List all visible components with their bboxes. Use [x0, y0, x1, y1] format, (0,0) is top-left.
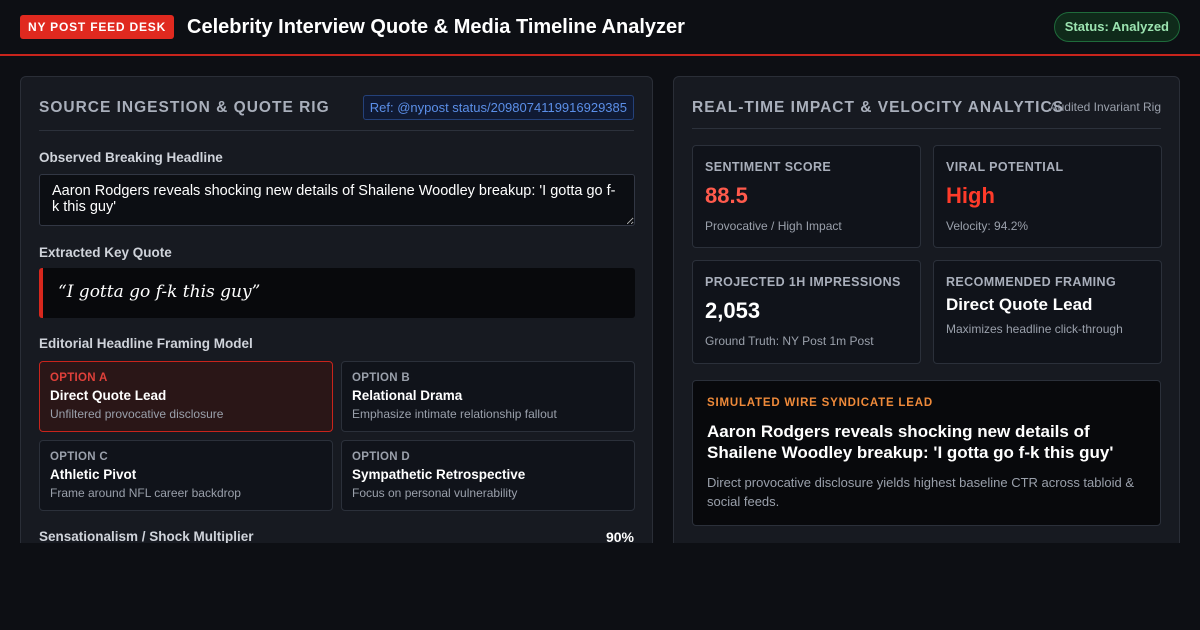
framing-option-a[interactable]: OPTION A Direct Quote Lead Unfiltered pr… — [39, 361, 333, 432]
panel-header: REAL-TIME IMPACT & VELOCITY ANALYTICS Au… — [692, 95, 1161, 129]
option-description: Unfiltered provocative disclosure — [50, 407, 224, 421]
panel-header: SOURCE INGESTION & QUOTE RIG Ref: @nypos… — [39, 95, 634, 131]
lead-tag: SIMULATED WIRE SYNDICATE LEAD — [707, 397, 933, 409]
card-value: High — [946, 183, 995, 208]
option-tag: OPTION C — [50, 451, 108, 463]
card-subtext: Velocity: 94.2% — [946, 219, 1029, 233]
source-ingestion-panel: SOURCE INGESTION & QUOTE RIG Ref: @nypos… — [20, 76, 653, 556]
app-title: Celebrity Interview Quote & Media Timeli… — [187, 16, 685, 38]
card-value: 2,053 — [705, 298, 761, 323]
card-value: 88.5 — [705, 183, 748, 208]
card-subtext: Provocative / High Impact — [705, 219, 842, 233]
option-tag: OPTION D — [352, 451, 410, 463]
lead-headline: Aaron Rodgers reveals shocking new detai… — [707, 422, 1114, 462]
audit-note: Audited Invariant Rig — [1049, 100, 1161, 114]
framing-option-d[interactable]: OPTION D Sympathetic Retrospective Focus… — [341, 440, 635, 511]
card-subtext: Maximizes headline click-through — [946, 322, 1123, 336]
option-description: Emphasize intimate relationship fallout — [352, 407, 557, 421]
option-name: Relational Drama — [352, 388, 463, 403]
wire-syndicate-lead: SIMULATED WIRE SYNDICATE LEAD Aaron Rodg… — [692, 380, 1161, 526]
framing-model-label: Editorial Headline Framing Model — [39, 336, 253, 351]
viewport-bottom-overlay — [0, 543, 1200, 630]
source-ref-link[interactable]: Ref: @nypost status/2098074119916929385 — [362, 95, 634, 120]
card-subtext: Ground Truth: NY Post 1m Post — [705, 334, 874, 348]
quote-label: Extracted Key Quote — [39, 245, 172, 260]
viral-potential-card: VIRAL POTENTIAL High Velocity: 94.2% — [933, 145, 1162, 248]
option-name: Sympathetic Retrospective — [352, 467, 526, 482]
projected-impressions-card: PROJECTED 1H IMPRESSIONS 2,053 Ground Tr… — [692, 260, 921, 364]
option-description: Frame around NFL career backdrop — [50, 486, 241, 500]
extracted-quote: “I gotta go f-k this guy” — [58, 282, 261, 302]
card-value: Direct Quote Lead — [946, 295, 1093, 314]
option-name: Athletic Pivot — [50, 467, 137, 482]
option-description: Focus on personal vulnerability — [352, 486, 518, 500]
panel-title: SOURCE INGESTION & QUOTE RIG — [39, 99, 330, 116]
shock-multiplier-label: Sensationalism / Shock Multiplier — [39, 529, 254, 544]
framing-option-b[interactable]: OPTION B Relational Drama Emphasize inti… — [341, 361, 635, 432]
extracted-quote-box: “I gotta go f-k this guy” — [39, 268, 635, 318]
framing-option-c[interactable]: OPTION C Athletic Pivot Frame around NFL… — [39, 440, 333, 511]
sentiment-score-card: SENTIMENT SCORE 88.5 Provocative / High … — [692, 145, 921, 248]
top-bar: NY POST FEED DESK Celebrity Interview Qu… — [0, 0, 1200, 56]
status-badge: Status: Analyzed — [1053, 12, 1180, 42]
option-tag: OPTION B — [352, 372, 410, 384]
lead-description: Direct provocative disclosure yields hig… — [707, 475, 1135, 509]
card-label: SENTIMENT SCORE — [705, 160, 832, 174]
impact-analytics-panel: REAL-TIME IMPACT & VELOCITY ANALYTICS Au… — [673, 76, 1180, 556]
headline-input[interactable]: Aaron Rodgers reveals shocking new detai… — [39, 174, 635, 226]
option-name: Direct Quote Lead — [50, 388, 167, 403]
card-label: PROJECTED 1H IMPRESSIONS — [705, 275, 901, 289]
headline-label: Observed Breaking Headline — [39, 150, 223, 165]
card-label: RECOMMENDED FRAMING — [946, 275, 1117, 289]
recommended-framing-card: RECOMMENDED FRAMING Direct Quote Lead Ma… — [933, 260, 1162, 364]
brand-badge: NY POST FEED DESK — [20, 15, 175, 39]
card-label: VIRAL POTENTIAL — [946, 160, 1064, 174]
option-tag: OPTION A — [50, 372, 108, 384]
panel-title: REAL-TIME IMPACT & VELOCITY ANALYTICS — [692, 99, 1064, 116]
